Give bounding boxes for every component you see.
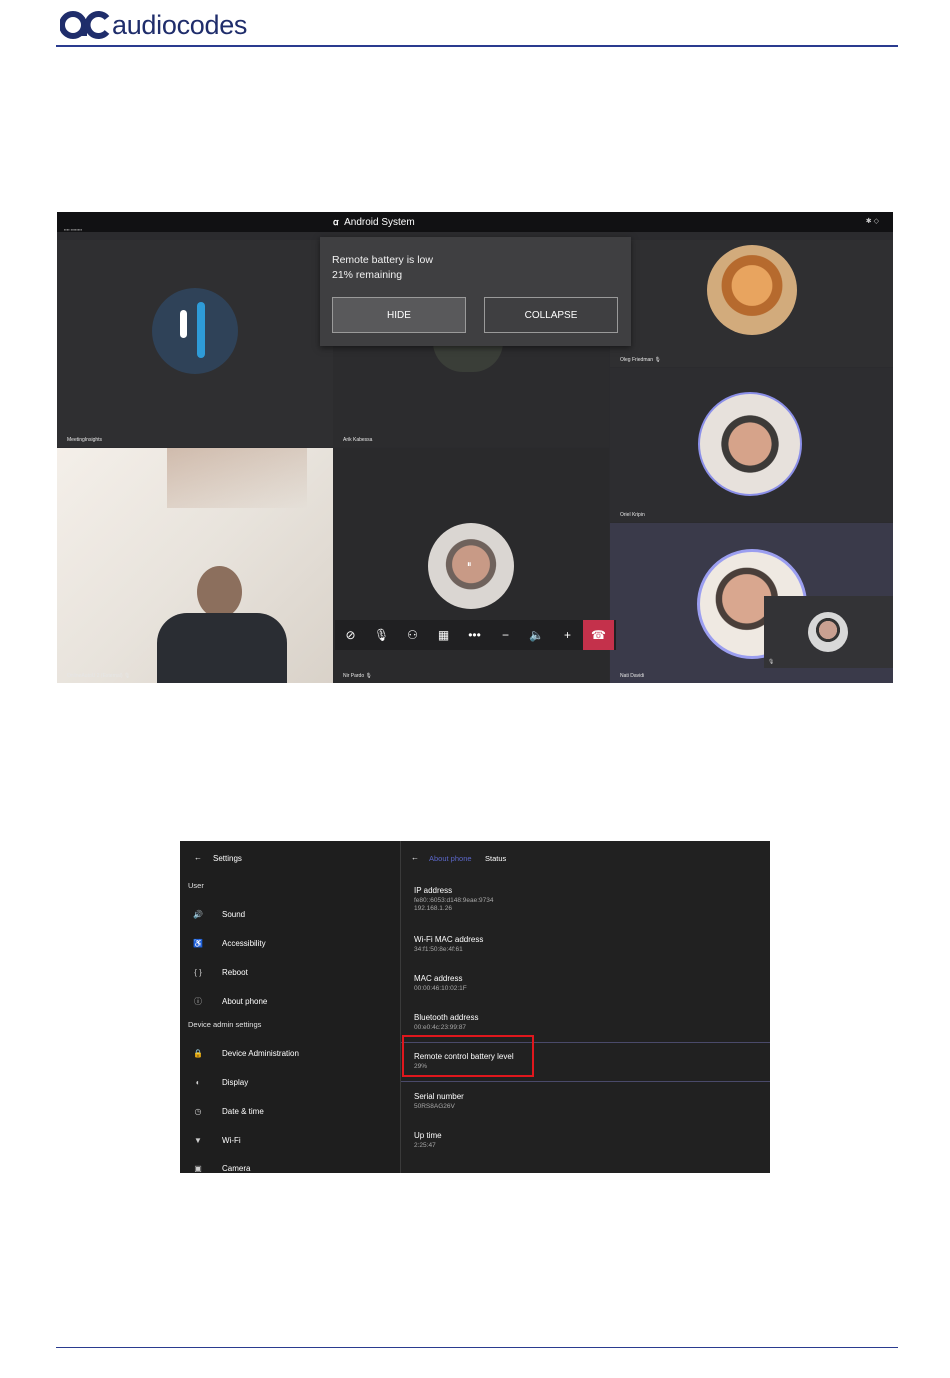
sound-icon: 🔊: [193, 909, 203, 919]
collapse-button[interactable]: COLLAPSE: [484, 297, 618, 333]
participant-tile[interactable]: 🎙 Nati Davidi: [610, 523, 893, 683]
menu-item-date-time[interactable]: ◷ Date & time: [192, 1104, 264, 1118]
breadcrumb-about-phone[interactable]: About phone: [429, 854, 472, 863]
oriel-kripin-avatar: [698, 392, 802, 496]
reboot-icon: { }: [194, 967, 202, 977]
toast-remaining: 21% remaining: [332, 269, 403, 281]
mic-off-icon[interactable]: 🎙: [366, 620, 397, 650]
header-rule: [56, 45, 898, 47]
participant-name: MeetingInsights: [67, 437, 103, 443]
hide-button[interactable]: HIDE: [332, 297, 466, 333]
video-background: [167, 448, 307, 508]
person-head: [197, 566, 242, 618]
mic-off-icon: 🎙: [365, 673, 372, 679]
status-clock: ▪▪▪▪ ▪▪▪▪▪▪▪▪: [64, 227, 83, 232]
teams-meeting-screenshot: ▪▪▪▪ ▪▪▪▪▪▪▪▪ ꭤ Android System ✱ ◇ Meeti…: [57, 212, 893, 683]
settings-menu: ← Settings User 🔊 Sound ♿ Accessibility { …: [180, 841, 400, 1173]
participant-tile[interactable]: Oleg Friedman 🎙: [610, 240, 893, 367]
menu-item-wifi[interactable]: ▼ Wi-Fi: [192, 1133, 241, 1147]
meetinginsights-avatar: [152, 288, 238, 374]
accessibility-icon: ♿: [193, 938, 203, 948]
info-icon: ⓘ: [194, 996, 202, 1006]
status-mac-address: MAC address 00:00:46:10:02:1F: [414, 974, 467, 992]
breadcrumb-status: Status: [485, 854, 507, 863]
person-body: [157, 613, 287, 683]
pane-divider: [400, 841, 401, 1173]
participant-name: OnlineAutoU 2 (External) 🎙: [67, 673, 131, 679]
mic-off-icon: 🎙: [768, 659, 775, 665]
pause-icon: ⏸: [467, 559, 472, 569]
clock-icon: ◷: [194, 1106, 202, 1116]
bluetooth-icon: ✱ ◇: [865, 218, 879, 225]
volume-down-icon[interactable]: −: [490, 620, 521, 650]
mic-off-icon: 🎙: [654, 357, 661, 363]
volume-up-icon[interactable]: +: [552, 620, 583, 650]
menu-item-sound[interactable]: 🔊 Sound: [192, 907, 245, 921]
status-ip-address: IP address fe80::6053:d148:9eae:9734 192…: [414, 886, 494, 912]
audiocodes-logo: audiocodes: [60, 8, 247, 42]
participant-name: Nir Pardo 🎙: [343, 673, 372, 679]
participants-icon[interactable]: ⚇: [397, 620, 428, 650]
hang-up-icon[interactable]: ☎: [583, 620, 614, 650]
display-icon: ◐: [195, 1077, 201, 1087]
logo-wordmark: audiocodes: [112, 9, 248, 40]
status-serial-number: Serial number 50RS8AG26V: [414, 1092, 464, 1110]
status-up-time: Up time 2:25:47: [414, 1131, 442, 1149]
back-arrow-icon[interactable]: ←: [194, 853, 202, 862]
camera-off-icon[interactable]: ⊘: [335, 620, 366, 650]
menu-item-display[interactable]: ◐ Display: [192, 1075, 249, 1089]
participant-tile[interactable]: Oriel Kripin: [610, 368, 893, 522]
layout-icon[interactable]: ▦: [428, 620, 459, 650]
menu-item-camera[interactable]: ▣ Camera: [192, 1161, 250, 1173]
more-icon[interactable]: •••: [459, 620, 490, 650]
section-admin: Device admin settings: [188, 1020, 262, 1029]
self-avatar: [808, 612, 848, 652]
call-control-bar: ⊘ 🎙 ⚇ ▦ ••• − 🔈 + ☎: [335, 620, 616, 650]
back-arrow-icon[interactable]: ←: [411, 853, 419, 862]
system-bar: ▪▪▪▪ ▪▪▪▪▪▪▪▪ ꭤ Android System ✱ ◇: [57, 212, 893, 232]
menu-item-reboot[interactable]: { } Reboot: [192, 965, 248, 979]
participant-name: Nati Davidi: [620, 673, 645, 679]
participant-tile[interactable]: MeetingInsights: [57, 240, 333, 447]
speaker-icon: 🔈: [529, 628, 544, 642]
audiocodes-mark-icon: [60, 10, 110, 40]
toast-message: Remote battery is low: [332, 254, 433, 266]
mic-off-icon: 🎙: [123, 673, 131, 679]
wifi-icon: ▼: [194, 1135, 202, 1145]
red-highlight-box: [402, 1035, 534, 1077]
highlight-bottom-line: [401, 1081, 770, 1082]
status-wifi-mac: Wi-Fi MAC address 34:f1:50:8e:4f:61: [414, 935, 484, 953]
participant-name: Arik Kabessa: [343, 437, 373, 443]
camera-icon: ▣: [194, 1163, 202, 1173]
section-user: User: [188, 881, 204, 890]
menu-item-about-phone[interactable]: ⓘ About phone: [192, 994, 267, 1008]
footer-rule: [56, 1347, 898, 1348]
lock-icon: 🔒: [193, 1048, 203, 1058]
self-view-tile[interactable]: 🎙: [764, 596, 893, 668]
nir-pardo-avatar: ⏸: [428, 523, 514, 609]
settings-title: Settings: [213, 854, 242, 863]
status-bluetooth-address: Bluetooth address 00:e0:4c:23:99:87: [414, 1013, 479, 1031]
settings-screenshot: ← Settings User 🔊 Sound ♿ Accessibility { …: [180, 841, 770, 1173]
menu-item-accessibility[interactable]: ♿ Accessibility: [192, 936, 266, 950]
participant-video-tile[interactable]: OnlineAutoU 2 (External) 🎙: [57, 448, 333, 683]
oleg-friedman-avatar: [707, 245, 797, 335]
menu-item-device-administration[interactable]: 🔒 Device Administration: [192, 1046, 299, 1060]
battery-low-dialog: Remote battery is low 21% remaining HIDE…: [320, 237, 631, 346]
system-title: ꭤ Android System: [333, 217, 415, 228]
participant-name: Oriel Kripin: [620, 512, 645, 518]
participant-name: Oleg Friedman 🎙: [620, 357, 661, 363]
